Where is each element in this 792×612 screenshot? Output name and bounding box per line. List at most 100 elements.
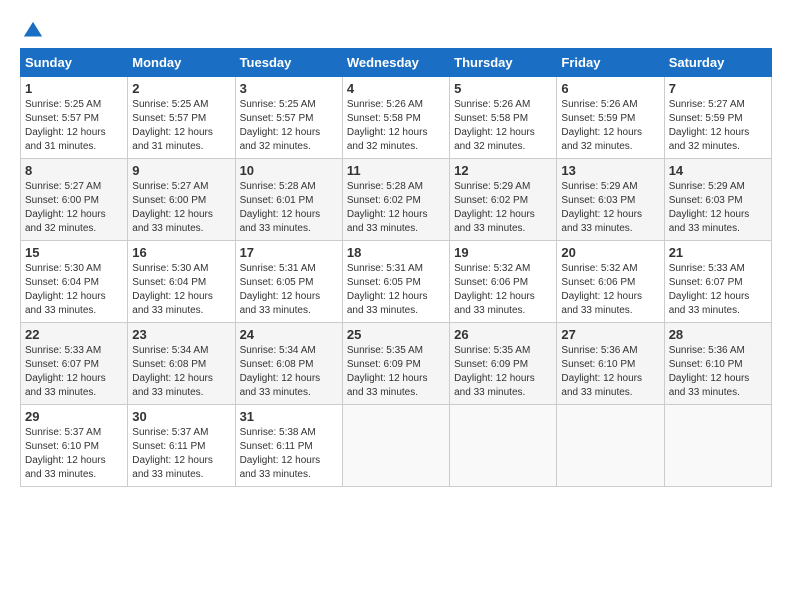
day-info: Sunrise: 5:28 AM Sunset: 6:01 PM Dayligh…	[240, 180, 338, 236]
calendar-cell: 6Sunrise: 5:26 AM Sunset: 5:59 PM Daylig…	[557, 77, 664, 159]
day-info: Sunrise: 5:34 AM Sunset: 6:08 PM Dayligh…	[132, 344, 230, 400]
day-info: Sunrise: 5:32 AM Sunset: 6:06 PM Dayligh…	[561, 262, 659, 318]
day-info: Sunrise: 5:27 AM Sunset: 6:00 PM Dayligh…	[25, 180, 123, 236]
day-info: Sunrise: 5:29 AM Sunset: 6:03 PM Dayligh…	[561, 180, 659, 236]
day-number: 11	[347, 163, 445, 178]
calendar-cell: 4 Sunrise: 5:26 AM Sunset: 5:58 PM Daylig…	[342, 77, 449, 159]
calendar-cell: 11Sunrise: 5:28 AM Sunset: 6:02 PM Dayli…	[342, 159, 449, 241]
calendar-week-row: 29Sunrise: 5:37 AM Sunset: 6:10 PM Dayli…	[21, 405, 772, 487]
day-number: 14	[669, 163, 767, 178]
calendar-cell: 17 Sunrise: 5:31 AM Sunset: 6:05 PM Dayli…	[235, 241, 342, 323]
day-info: Sunrise: 5:29 AM Sunset: 6:02 PM Dayligh…	[454, 180, 552, 236]
calendar-cell: 25Sunrise: 5:35 AM Sunset: 6:09 PM Dayli…	[342, 323, 449, 405]
day-number: 16	[132, 245, 230, 260]
day-info: Sunrise: 5:31 AM Sunset: 6:05 PM Dayligh…	[240, 262, 338, 318]
day-of-week-header: Thursday	[450, 49, 557, 77]
day-number: 31	[240, 409, 338, 424]
calendar-cell: 22 Sunrise: 5:33 AM Sunset: 6:07 PM Dayli…	[21, 323, 128, 405]
day-number: 7	[669, 81, 767, 96]
calendar-cell: 19 Sunrise: 5:32 AM Sunset: 6:06 PM Dayli…	[450, 241, 557, 323]
day-info: Sunrise: 5:33 AM Sunset: 6:07 PM Dayligh…	[669, 262, 767, 318]
day-of-week-header: Tuesday	[235, 49, 342, 77]
day-number: 20	[561, 245, 659, 260]
day-info: Sunrise: 5:30 AM Sunset: 6:04 PM Dayligh…	[132, 262, 230, 318]
calendar-cell	[664, 405, 771, 487]
day-number: 9	[132, 163, 230, 178]
day-info: Sunrise: 5:27 AM Sunset: 5:59 PM Dayligh…	[669, 98, 767, 154]
day-info: Sunrise: 5:26 AM Sunset: 5:59 PM Dayligh…	[561, 98, 659, 154]
day-of-week-header: Wednesday	[342, 49, 449, 77]
calendar-cell: 13 Sunrise: 5:29 AM Sunset: 6:03 PM Dayli…	[557, 159, 664, 241]
day-info: Sunrise: 5:33 AM Sunset: 6:07 PM Dayligh…	[25, 344, 123, 400]
day-number: 30	[132, 409, 230, 424]
day-number: 23	[132, 327, 230, 342]
day-info: Sunrise: 5:38 AM Sunset: 6:11 PM Dayligh…	[240, 426, 338, 482]
calendar-cell: 8 Sunrise: 5:27 AM Sunset: 6:00 PM Daylig…	[21, 159, 128, 241]
calendar-cell	[342, 405, 449, 487]
logo	[20, 20, 44, 38]
calendar-cell: 31 Sunrise: 5:38 AM Sunset: 6:11 PM Dayli…	[235, 405, 342, 487]
day-number: 2	[132, 81, 230, 96]
day-info: Sunrise: 5:30 AM Sunset: 6:04 PM Dayligh…	[25, 262, 123, 318]
day-number: 26	[454, 327, 552, 342]
day-number: 13	[561, 163, 659, 178]
day-info: Sunrise: 5:26 AM Sunset: 5:58 PM Dayligh…	[454, 98, 552, 154]
calendar-cell: 2 Sunrise: 5:25 AM Sunset: 5:57 PM Daylig…	[128, 77, 235, 159]
calendar-week-row: 22 Sunrise: 5:33 AM Sunset: 6:07 PM Dayli…	[21, 323, 772, 405]
day-info: Sunrise: 5:29 AM Sunset: 6:03 PM Dayligh…	[669, 180, 767, 236]
day-number: 28	[669, 327, 767, 342]
logo-icon	[22, 20, 44, 42]
day-number: 18	[347, 245, 445, 260]
day-of-week-header: Monday	[128, 49, 235, 77]
calendar-week-row: 15 Sunrise: 5:30 AM Sunset: 6:04 PM Dayli…	[21, 241, 772, 323]
day-number: 4	[347, 81, 445, 96]
page-header	[20, 20, 772, 38]
day-number: 15	[25, 245, 123, 260]
day-number: 8	[25, 163, 123, 178]
calendar-cell: 20 Sunrise: 5:32 AM Sunset: 6:06 PM Dayli…	[557, 241, 664, 323]
calendar-cell: 7 Sunrise: 5:27 AM Sunset: 5:59 PM Daylig…	[664, 77, 771, 159]
day-info: Sunrise: 5:31 AM Sunset: 6:05 PM Dayligh…	[347, 262, 445, 318]
day-of-week-header: Sunday	[21, 49, 128, 77]
calendar-cell: 14 Sunrise: 5:29 AM Sunset: 6:03 PM Dayli…	[664, 159, 771, 241]
day-info: Sunrise: 5:36 AM Sunset: 6:10 PM Dayligh…	[561, 344, 659, 400]
calendar-cell: 5 Sunrise: 5:26 AM Sunset: 5:58 PM Daylig…	[450, 77, 557, 159]
day-number: 27	[561, 327, 659, 342]
day-number: 22	[25, 327, 123, 342]
calendar-cell: 10 Sunrise: 5:28 AM Sunset: 6:01 PM Dayli…	[235, 159, 342, 241]
day-of-week-header: Friday	[557, 49, 664, 77]
calendar-header-row: SundayMondayTuesdayWednesdayThursdayFrid…	[21, 49, 772, 77]
calendar-cell: 29Sunrise: 5:37 AM Sunset: 6:10 PM Dayli…	[21, 405, 128, 487]
day-info: Sunrise: 5:26 AM Sunset: 5:58 PM Dayligh…	[347, 98, 445, 154]
day-info: Sunrise: 5:27 AM Sunset: 6:00 PM Dayligh…	[132, 180, 230, 236]
calendar-cell: 15 Sunrise: 5:30 AM Sunset: 6:04 PM Dayli…	[21, 241, 128, 323]
day-info: Sunrise: 5:34 AM Sunset: 6:08 PM Dayligh…	[240, 344, 338, 400]
calendar-cell: 27 Sunrise: 5:36 AM Sunset: 6:10 PM Dayli…	[557, 323, 664, 405]
calendar-cell: 1Sunrise: 5:25 AM Sunset: 5:57 PM Daylig…	[21, 77, 128, 159]
calendar-cell: 18 Sunrise: 5:31 AM Sunset: 6:05 PM Dayli…	[342, 241, 449, 323]
day-number: 5	[454, 81, 552, 96]
calendar-cell: 24 Sunrise: 5:34 AM Sunset: 6:08 PM Dayli…	[235, 323, 342, 405]
calendar-cell: 21 Sunrise: 5:33 AM Sunset: 6:07 PM Dayli…	[664, 241, 771, 323]
calendar-table: SundayMondayTuesdayWednesdayThursdayFrid…	[20, 48, 772, 487]
day-info: Sunrise: 5:37 AM Sunset: 6:10 PM Dayligh…	[25, 426, 123, 482]
calendar-cell: 12 Sunrise: 5:29 AM Sunset: 6:02 PM Dayli…	[450, 159, 557, 241]
day-number: 19	[454, 245, 552, 260]
day-info: Sunrise: 5:32 AM Sunset: 6:06 PM Dayligh…	[454, 262, 552, 318]
day-number: 17	[240, 245, 338, 260]
day-number: 24	[240, 327, 338, 342]
day-number: 12	[454, 163, 552, 178]
day-info: Sunrise: 5:25 AM Sunset: 5:57 PM Dayligh…	[25, 98, 123, 154]
calendar-cell	[450, 405, 557, 487]
day-info: Sunrise: 5:37 AM Sunset: 6:11 PM Dayligh…	[132, 426, 230, 482]
day-number: 25	[347, 327, 445, 342]
day-info: Sunrise: 5:25 AM Sunset: 5:57 PM Dayligh…	[132, 98, 230, 154]
day-number: 10	[240, 163, 338, 178]
day-of-week-header: Saturday	[664, 49, 771, 77]
calendar-cell: 9 Sunrise: 5:27 AM Sunset: 6:00 PM Daylig…	[128, 159, 235, 241]
calendar-cell	[557, 405, 664, 487]
day-info: Sunrise: 5:35 AM Sunset: 6:09 PM Dayligh…	[454, 344, 552, 400]
day-info: Sunrise: 5:36 AM Sunset: 6:10 PM Dayligh…	[669, 344, 767, 400]
day-number: 21	[669, 245, 767, 260]
calendar-cell: 28 Sunrise: 5:36 AM Sunset: 6:10 PM Dayli…	[664, 323, 771, 405]
